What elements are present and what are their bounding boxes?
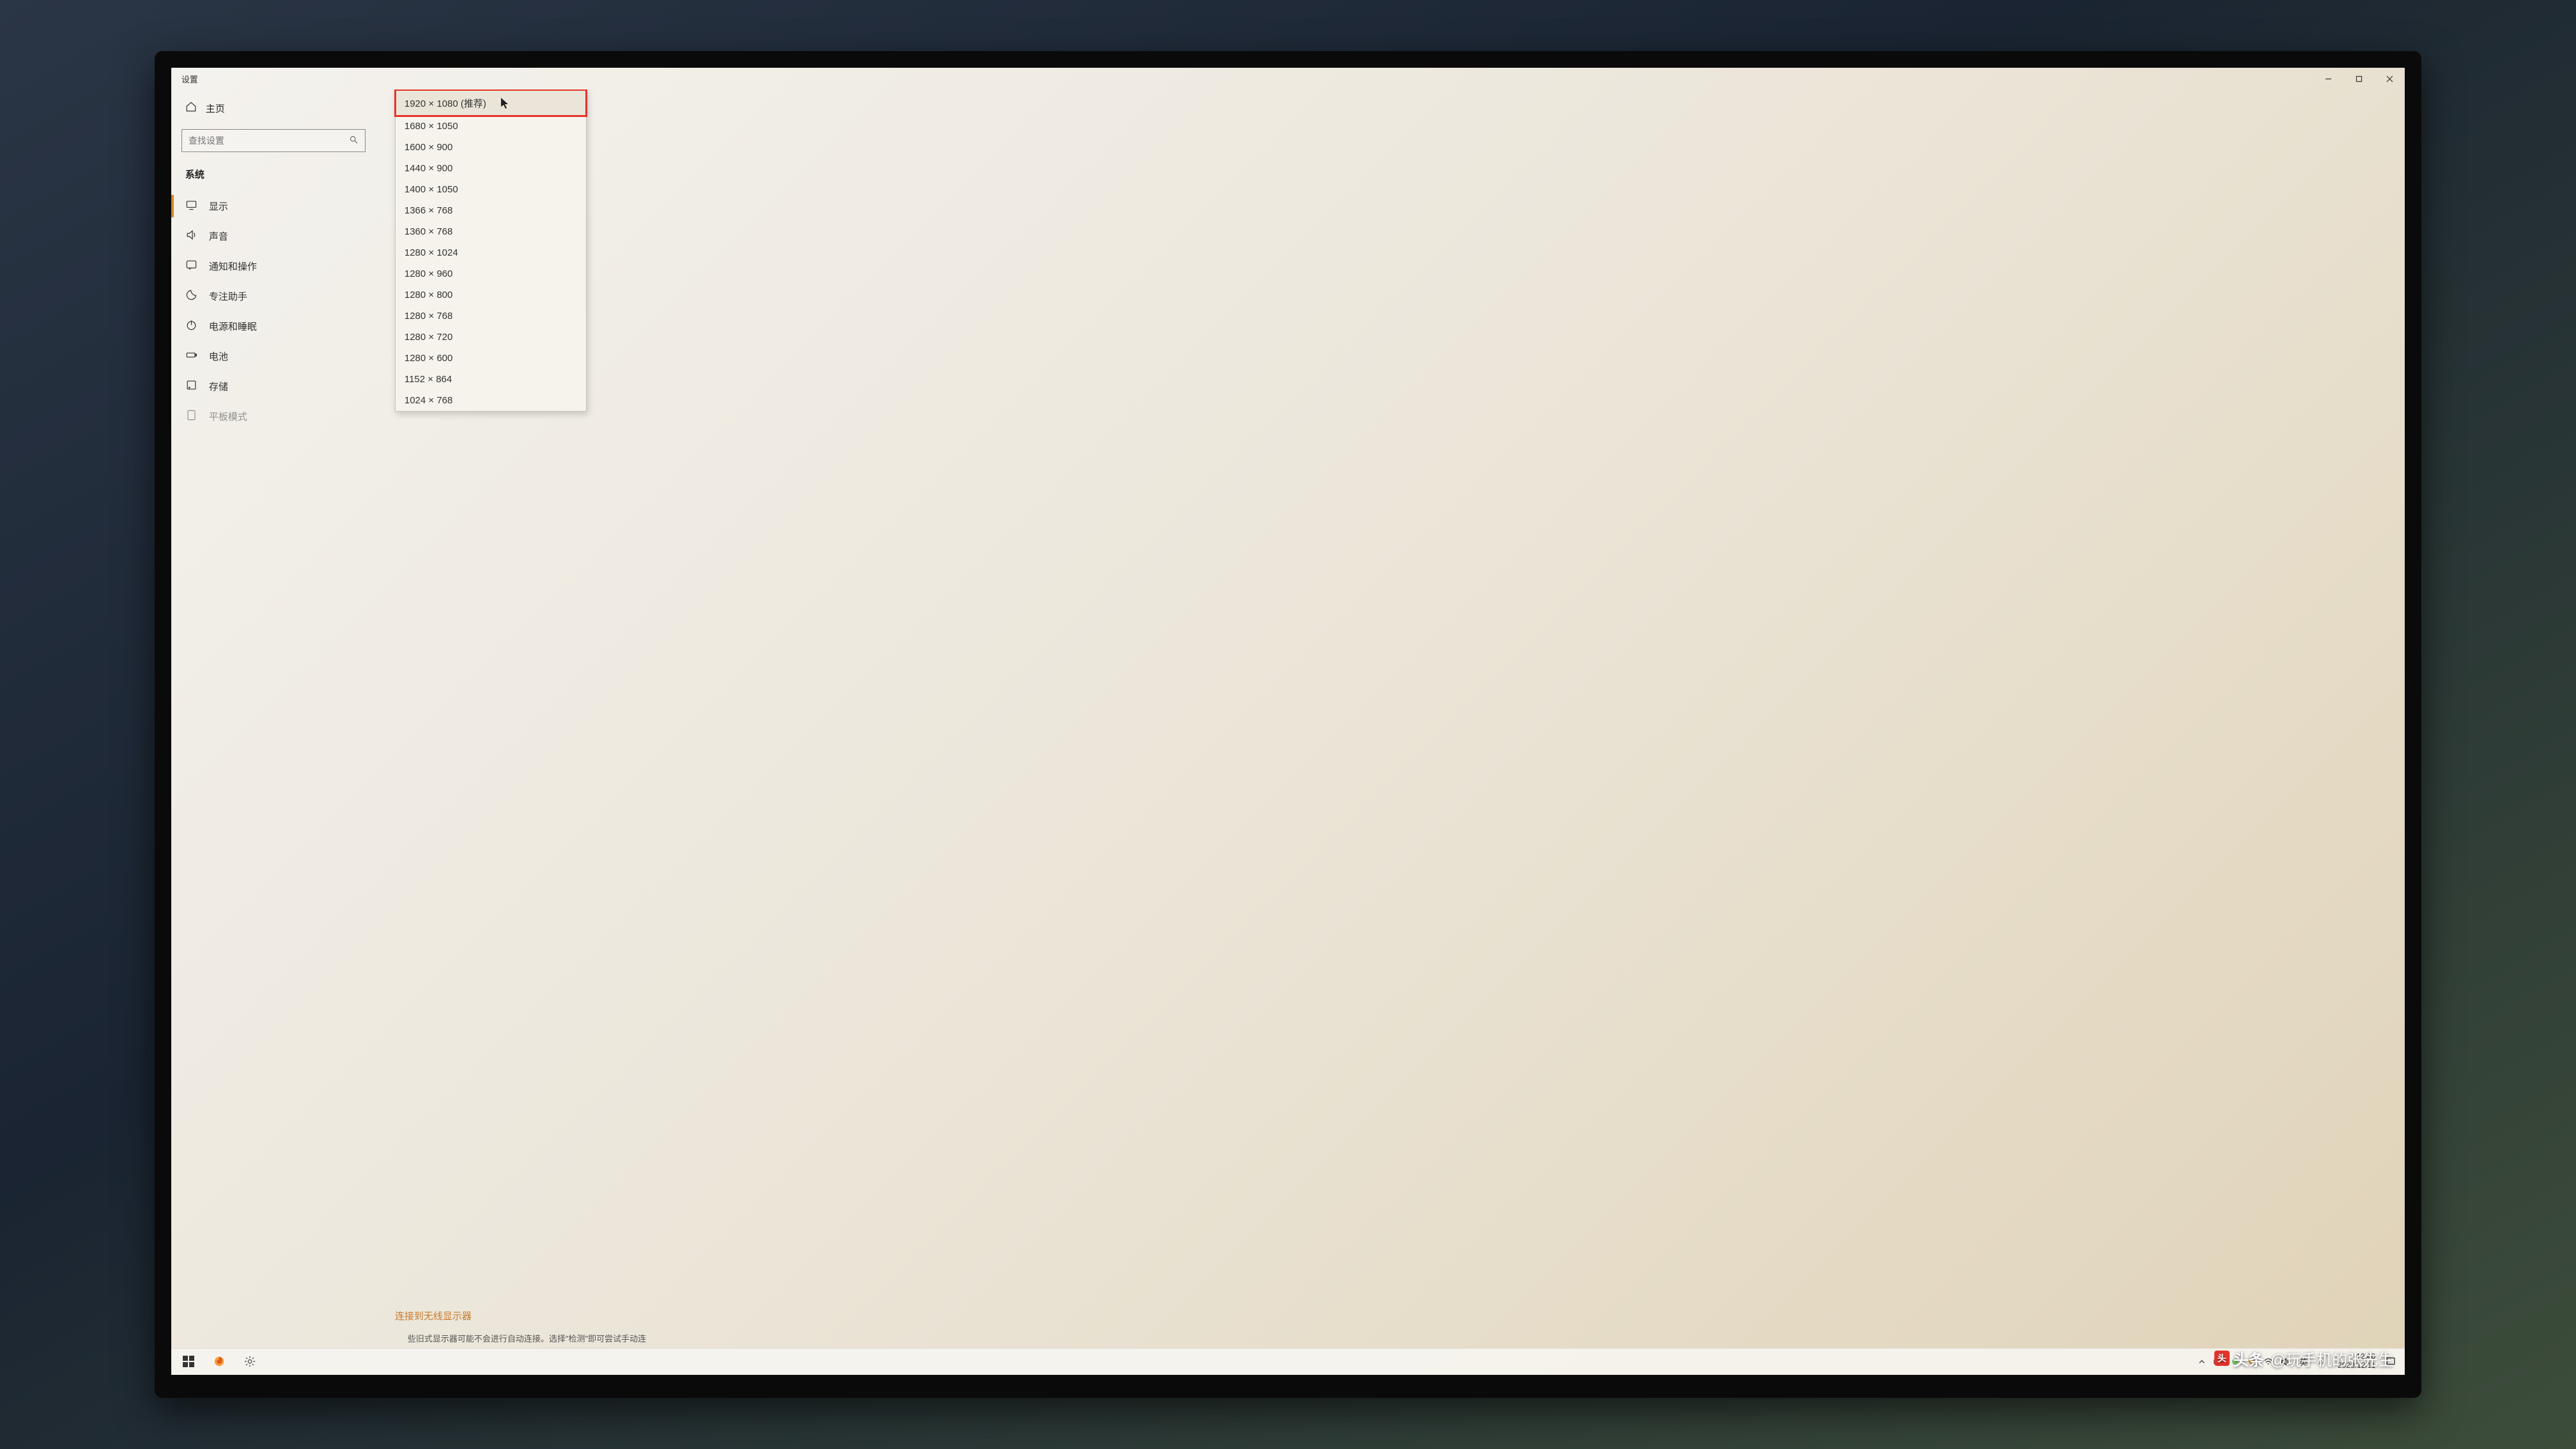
clock[interactable]: 12:40 2020/12/11 xyxy=(2334,1352,2379,1370)
security-icon[interactable] xyxy=(2247,1356,2257,1367)
resolution-option[interactable]: 1366 × 768 xyxy=(396,200,586,221)
sidebar-item-label: 电池 xyxy=(209,350,228,363)
sidebar-item-storage[interactable]: 存储 xyxy=(171,371,376,401)
search-icon xyxy=(349,135,359,146)
sidebar-item-display[interactable]: 显示 xyxy=(171,191,376,221)
hint-text: 些旧式显示器可能不会进行自动连接。选择"检测"即可尝试手动连 xyxy=(408,1332,646,1344)
resolution-option[interactable]: 1680 × 1050 xyxy=(396,116,586,137)
resolution-option[interactable]: 1360 × 768 xyxy=(396,221,586,242)
sidebar-item-notifications[interactable]: 通知和操作 xyxy=(171,251,376,281)
taskbar-right: 英 ⛬ 12:40 2020/12/11 xyxy=(2197,1352,2401,1370)
window-title: 设置 xyxy=(181,73,198,85)
sound-icon xyxy=(185,229,197,244)
resolution-option[interactable]: 1152 × 864 xyxy=(396,369,586,390)
settings-taskbar-button[interactable] xyxy=(236,1348,263,1375)
ime-lang[interactable]: 英 xyxy=(2297,1356,2310,1368)
settings-window: 设置 主页 系统 xyxy=(171,68,2405,1347)
home-label: 主页 xyxy=(206,102,225,115)
search-input[interactable] xyxy=(189,136,349,146)
battery-tray-icon[interactable] xyxy=(2214,1356,2224,1367)
screen: 设置 主页 系统 xyxy=(171,68,2405,1374)
minimize-button[interactable] xyxy=(2313,68,2343,89)
sidebar-item-label: 专注助手 xyxy=(209,290,247,303)
laptop-frame: 设置 主页 系统 xyxy=(155,51,2421,1397)
notification-center-icon[interactable] xyxy=(2386,1356,2396,1367)
sidebar-item-power[interactable]: 电源和睡眠 xyxy=(171,311,376,341)
sidebar-item-label: 声音 xyxy=(209,229,228,243)
sidebar: 主页 系统 显示 声音 xyxy=(171,89,376,1347)
titlebar: 设置 xyxy=(171,68,2405,89)
display-icon xyxy=(185,199,197,213)
search-input-wrapper[interactable] xyxy=(181,129,366,152)
wifi-icon[interactable] xyxy=(2264,1356,2274,1367)
home-icon xyxy=(185,101,197,115)
sidebar-item-tablet[interactable]: 平板模式 xyxy=(171,401,376,431)
taskbar-left xyxy=(175,1348,263,1375)
sidebar-item-battery[interactable]: 电池 xyxy=(171,341,376,371)
content-area: 主页 系统 显示 声音 xyxy=(171,89,2405,1347)
resolution-option[interactable]: 1600 × 900 xyxy=(396,137,586,158)
sidebar-item-focus[interactable]: 专注助手 xyxy=(171,281,376,311)
notifications-icon xyxy=(185,259,197,274)
sidebar-item-label: 存储 xyxy=(209,380,228,393)
start-button[interactable] xyxy=(175,1348,202,1375)
tablet-icon xyxy=(185,409,197,424)
resolution-option[interactable]: 1280 × 960 xyxy=(396,263,586,284)
window-controls xyxy=(2313,68,2405,89)
resolution-option-label: 1920 × 1080 (推荐) xyxy=(405,97,486,110)
sidebar-item-label: 显示 xyxy=(209,199,228,213)
cursor-icon xyxy=(500,98,509,112)
wireless-display-link[interactable]: 连接到无线显示器 xyxy=(395,1309,472,1322)
power-icon xyxy=(185,319,197,334)
resolution-option[interactable]: 1440 × 900 xyxy=(396,158,586,179)
onedrive-icon[interactable] xyxy=(2230,1356,2241,1367)
sidebar-item-sound[interactable]: 声音 xyxy=(171,221,376,251)
resolution-option[interactable]: 1280 × 1024 xyxy=(396,242,586,263)
volume-icon[interactable] xyxy=(2280,1356,2290,1367)
firefox-button[interactable] xyxy=(206,1348,233,1375)
close-button[interactable] xyxy=(2374,68,2405,89)
tray-chevron-icon[interactable] xyxy=(2197,1356,2207,1367)
home-link[interactable]: 主页 xyxy=(171,95,376,121)
main-panel: 1920 × 1080 (推荐) 1680 × 1050 1600 × 900 … xyxy=(376,89,2405,1347)
resolution-option[interactable]: 1280 × 800 xyxy=(396,284,586,306)
focus-icon xyxy=(185,289,197,304)
sidebar-item-label: 电源和睡眠 xyxy=(209,320,257,333)
resolution-option[interactable]: 1024 × 768 xyxy=(396,390,586,411)
resolution-option[interactable]: 1280 × 720 xyxy=(396,327,586,348)
resolution-option[interactable]: 1400 × 1050 xyxy=(396,179,586,200)
resolution-option[interactable]: 1280 × 768 xyxy=(396,306,586,327)
ime-mode[interactable]: ⛬ xyxy=(2317,1356,2327,1367)
storage-icon xyxy=(185,379,197,394)
taskbar: 英 ⛬ 12:40 2020/12/11 xyxy=(171,1348,2405,1375)
sidebar-item-label: 平板模式 xyxy=(209,410,247,423)
resolution-dropdown[interactable]: 1920 × 1080 (推荐) 1680 × 1050 1600 × 900 … xyxy=(395,89,587,412)
maximize-button[interactable] xyxy=(2343,68,2374,89)
resolution-option[interactable]: 1280 × 600 xyxy=(396,348,586,369)
resolution-option-selected[interactable]: 1920 × 1080 (推荐) xyxy=(396,90,586,116)
clock-date: 2020/12/11 xyxy=(2338,1361,2375,1370)
clock-time: 12:40 xyxy=(2338,1352,2375,1361)
section-title: 系统 xyxy=(171,162,376,191)
battery-icon xyxy=(185,349,197,364)
sidebar-item-label: 通知和操作 xyxy=(209,260,257,273)
